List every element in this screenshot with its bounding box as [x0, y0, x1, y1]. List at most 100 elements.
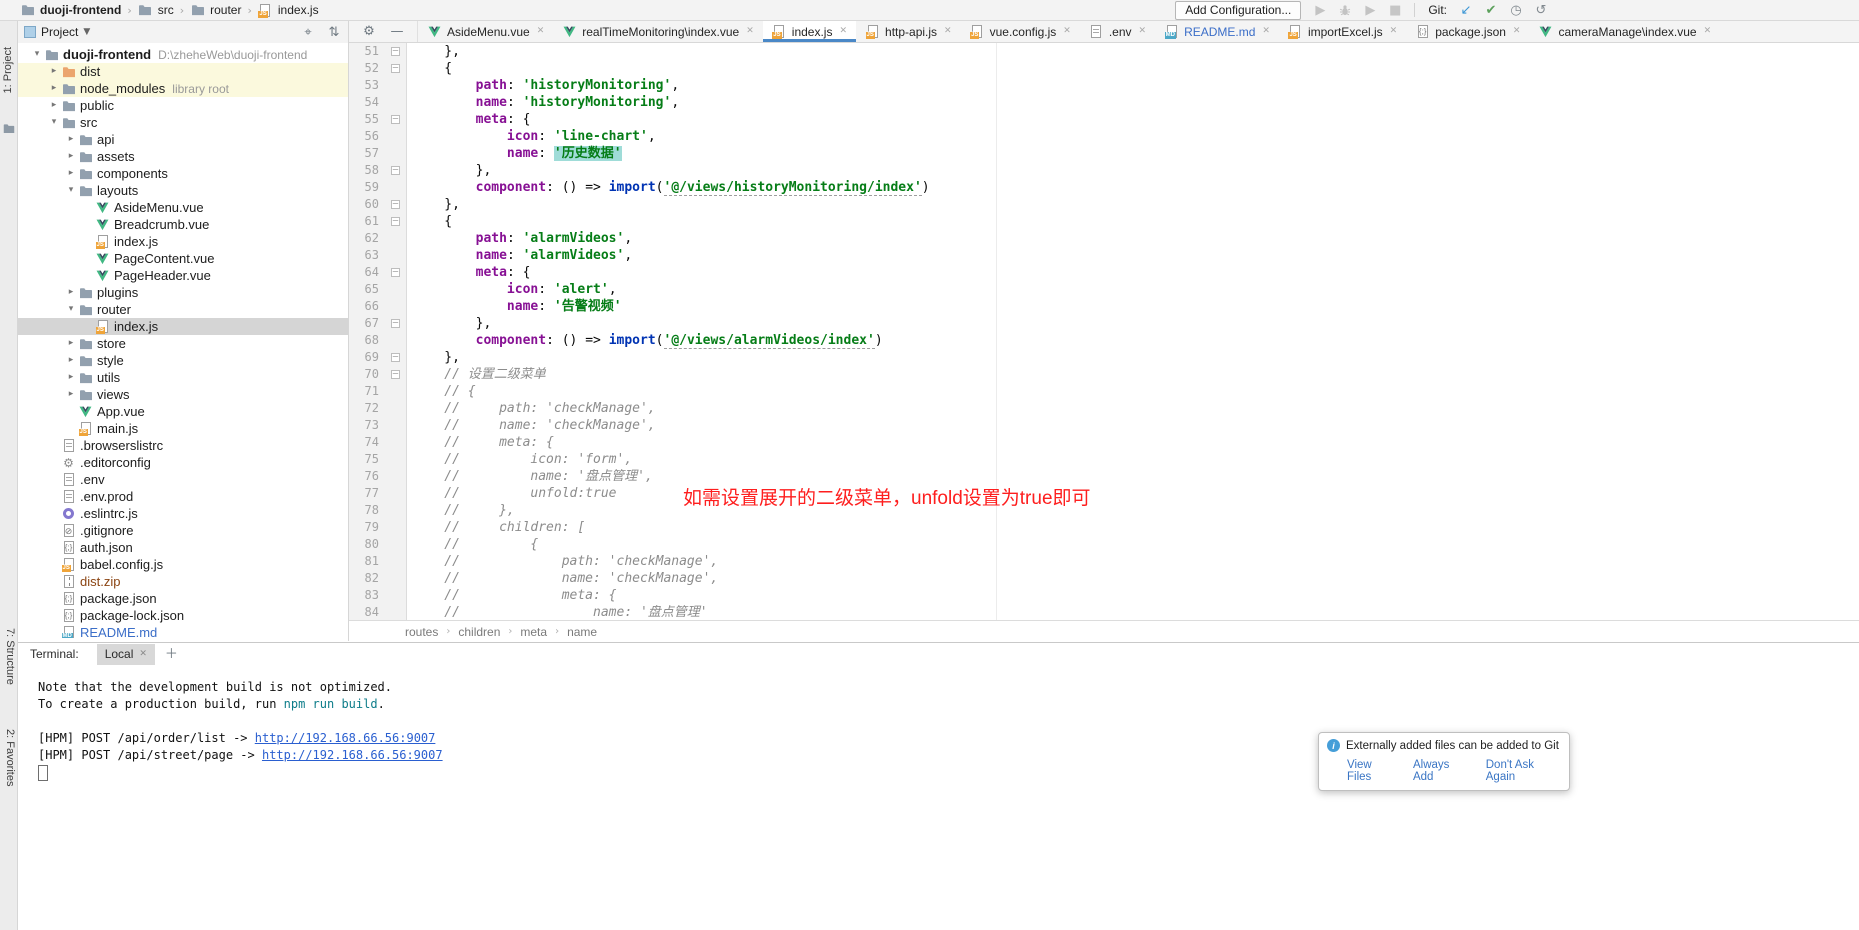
tree-item-pagecontent.vue[interactable]: PageContent.vue	[18, 250, 348, 267]
tab-readme.md[interactable]: MDREADME.md✕	[1155, 21, 1279, 42]
tree-item-main.js[interactable]: JSmain.js	[18, 420, 348, 437]
tree-item-index.js[interactable]: JSindex.js	[18, 233, 348, 250]
tree-item-breadcrumb.vue[interactable]: Breadcrumb.vue	[18, 216, 348, 233]
chevron-down-icon[interactable]: ▼	[83, 28, 90, 37]
chevron-right-icon[interactable]: ▸	[64, 356, 78, 365]
update-icon[interactable]: ↙	[1458, 2, 1474, 18]
locate-icon[interactable]: ⌖	[300, 24, 316, 40]
tab-asidemenu.vue[interactable]: AsideMenu.vue✕	[418, 21, 553, 42]
tree-item-assets[interactable]: ▸assets	[18, 148, 348, 165]
collapse-icon[interactable]: ⇅	[326, 24, 342, 40]
close-icon[interactable]: ✕	[537, 27, 545, 36]
tree-item-plugins[interactable]: ▸plugins	[18, 284, 348, 301]
tree-item-readme.md[interactable]: MDREADME.md	[18, 624, 348, 638]
chevron-right-icon[interactable]: ▸	[47, 101, 61, 110]
chevron-down-icon[interactable]: ▾	[47, 118, 61, 127]
fold-marker[interactable]: –	[387, 162, 407, 179]
chevron-down-icon[interactable]: ▾	[30, 50, 44, 59]
tree-item-src[interactable]: ▾src	[18, 114, 348, 131]
editor-breadcrumb-item[interactable]: routes	[405, 625, 438, 639]
code-line[interactable]: 64– meta: {	[349, 264, 1859, 281]
tree-item-.editorconfig[interactable]: ⚙.editorconfig	[18, 454, 348, 471]
stop-icon[interactable]: ■	[1387, 2, 1403, 18]
code-line[interactable]: 57 name: '历史数据'	[349, 145, 1859, 162]
tree-item-auth.json[interactable]: {;}auth.json	[18, 539, 348, 556]
terminal-tab-local[interactable]: Local ✕	[97, 644, 155, 665]
fold-marker[interactable]: –	[387, 196, 407, 213]
fold-marker[interactable]: –	[387, 366, 407, 383]
chevron-right-icon[interactable]: ▸	[64, 390, 78, 399]
code-line[interactable]: 67– },	[349, 315, 1859, 332]
breadcrumb-item[interactable]: src	[138, 3, 174, 17]
tree-item-layouts[interactable]: ▾layouts	[18, 182, 348, 199]
fold-marker[interactable]: –	[387, 349, 407, 366]
terminal-link[interactable]: http://192.168.66.56:9007	[255, 731, 436, 745]
code-line[interactable]: 72 // path: 'checkManage',	[349, 400, 1859, 417]
code-line[interactable]: 60– },	[349, 196, 1859, 213]
code-line[interactable]: 58– },	[349, 162, 1859, 179]
breadcrumb-item[interactable]: JSindex.js	[258, 3, 319, 17]
code-line[interactable]: 74 // meta: {	[349, 434, 1859, 451]
chevron-right-icon[interactable]: ▸	[64, 373, 78, 382]
tree-item-style[interactable]: ▸style	[18, 352, 348, 369]
stripe-structure-button[interactable]: 7: Structure	[2, 628, 16, 685]
tree-item-nodemodules[interactable]: ▸node_moduleslibrary root	[18, 80, 348, 97]
add-configuration-button[interactable]: Add Configuration...	[1175, 1, 1301, 20]
code-line[interactable]: 80 // {	[349, 536, 1859, 553]
fold-marker[interactable]: –	[387, 43, 407, 60]
tree-item-.gitignore[interactable]: ⊘.gitignore	[18, 522, 348, 539]
rollback-icon[interactable]: ↺	[1533, 2, 1549, 18]
close-icon[interactable]: ✕	[1513, 27, 1521, 36]
tab-.env[interactable]: .env✕	[1080, 21, 1155, 42]
code-line[interactable]: 78 // },	[349, 502, 1859, 519]
code-line[interactable]: 55– meta: {	[349, 111, 1859, 128]
code-line[interactable]: 68 component: () => import('@/views/alar…	[349, 332, 1859, 349]
chevron-right-icon[interactable]: ▸	[47, 67, 61, 76]
code-line[interactable]: 59 component: () => import('@/views/hist…	[349, 179, 1859, 196]
stripe-project-button[interactable]: 1: Project	[2, 47, 16, 93]
fold-marker[interactable]: –	[387, 60, 407, 77]
code-line[interactable]: 52– {	[349, 60, 1859, 77]
tree-item-index.js[interactable]: JSindex.js	[18, 318, 348, 335]
close-icon[interactable]: ✕	[139, 650, 147, 659]
settings-icon[interactable]: ⚙	[361, 24, 377, 40]
tree-item-components[interactable]: ▸components	[18, 165, 348, 182]
code-line[interactable]: 69– },	[349, 349, 1859, 366]
tree-item-app.vue[interactable]: App.vue	[18, 403, 348, 420]
close-icon[interactable]: ✕	[1262, 27, 1270, 36]
code-line[interactable]: 53 path: 'historyMonitoring',	[349, 77, 1859, 94]
debug-icon[interactable]	[1337, 2, 1353, 18]
stripe-favorites-button[interactable]: 2: Favorites	[2, 729, 16, 786]
tab-http-api.js[interactable]: JShttp-api.js✕	[856, 21, 961, 42]
chevron-right-icon[interactable]: ▸	[47, 84, 61, 93]
code-line[interactable]: 65 icon: 'alert',	[349, 281, 1859, 298]
breadcrumb-item[interactable]: router	[190, 3, 241, 17]
fold-marker[interactable]: –	[387, 264, 407, 281]
tab-vue.config.js[interactable]: JSvue.config.js✕	[961, 21, 1080, 42]
chevron-right-icon[interactable]: ▸	[64, 169, 78, 178]
close-icon[interactable]: ✕	[1390, 27, 1398, 36]
tree-item-views[interactable]: ▸views	[18, 386, 348, 403]
tree-item-dist.zip[interactable]: dist.zip	[18, 573, 348, 590]
editor-breadcrumb-item[interactable]: meta	[520, 625, 547, 639]
tree-item-pageheader.vue[interactable]: PageHeader.vue	[18, 267, 348, 284]
chevron-down-icon[interactable]: ▾	[64, 186, 78, 195]
close-icon[interactable]: ✕	[1704, 27, 1712, 36]
code-line[interactable]: 81 // path: 'checkManage',	[349, 553, 1859, 570]
tree-item-dist[interactable]: ▸dist	[18, 63, 348, 80]
terminal-link[interactable]: http://192.168.66.56:9007	[262, 748, 443, 762]
tree-item-public[interactable]: ▸public	[18, 97, 348, 114]
close-icon[interactable]: ✕	[746, 27, 754, 36]
code-line[interactable]: 71 // {	[349, 383, 1859, 400]
history-icon[interactable]: ◷	[1508, 2, 1524, 18]
code-line[interactable]: 66 name: '告警视频'	[349, 298, 1859, 315]
close-icon[interactable]: ✕	[1063, 27, 1071, 36]
hide-icon[interactable]: —	[389, 24, 405, 40]
tree-item-asidemenu.vue[interactable]: AsideMenu.vue	[18, 199, 348, 216]
tree-item-router[interactable]: ▾router	[18, 301, 348, 318]
tab-importexcel.js[interactable]: JSimportExcel.js✕	[1279, 21, 1406, 42]
close-icon[interactable]: ✕	[1139, 27, 1147, 36]
editor-breadcrumb-item[interactable]: name	[567, 625, 597, 639]
code-line[interactable]: 82 // name: 'checkManage',	[349, 570, 1859, 587]
tree-item-duoji-frontend[interactable]: ▾duoji-frontendD:\zheheWeb\duoji-fronten…	[18, 46, 348, 63]
